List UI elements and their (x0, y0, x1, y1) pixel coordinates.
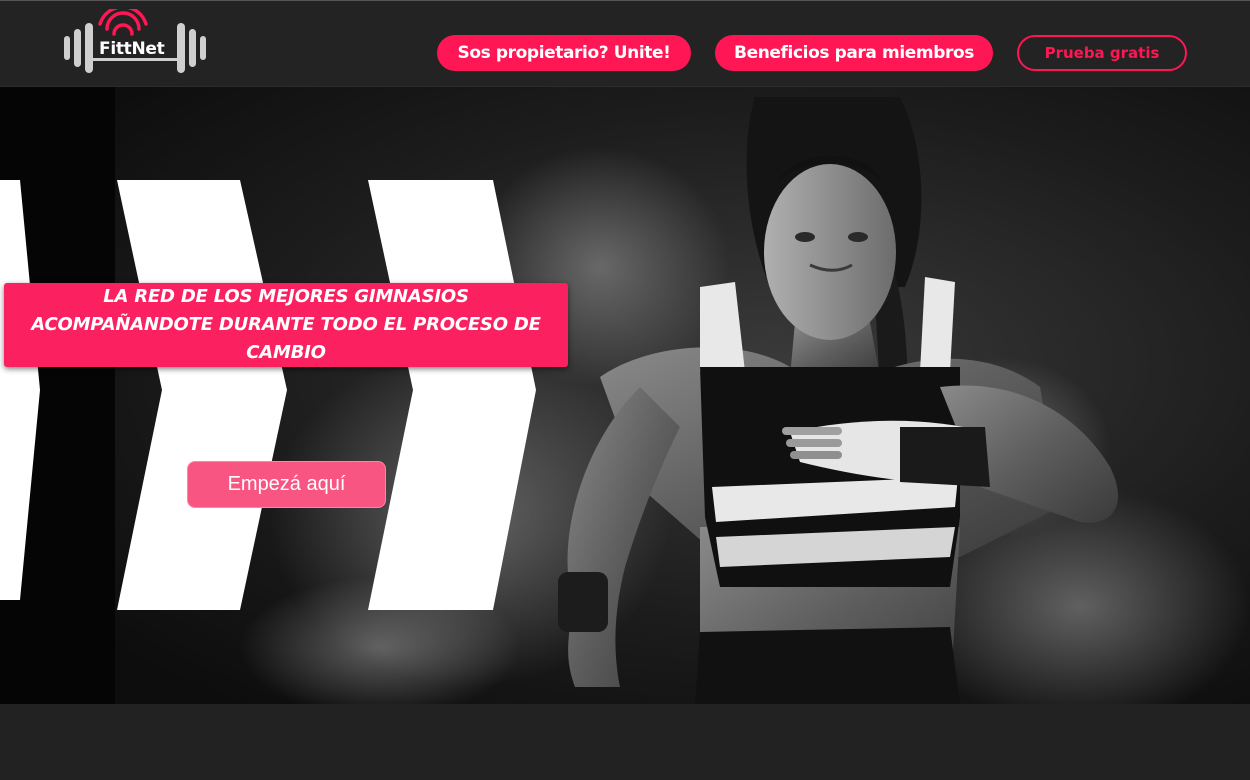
logo-wordmark: FittNet (99, 39, 165, 59)
hero-headline: LA RED DE LOS MEJORES GIMNASIOS ACOMPAÑA… (31, 286, 541, 363)
hero-athlete-image (0, 87, 1250, 704)
site-header: FittNet Sos propietario? Unite! Benefici… (0, 0, 1250, 87)
hero-section: LA RED DE LOS MEJORES GIMNASIOS ACOMPAÑA… (0, 87, 1250, 704)
hero-headline-banner: LA RED DE LOS MEJORES GIMNASIOS ACOMPAÑA… (4, 283, 568, 367)
fittnet-logo[interactable]: FittNet (62, 9, 214, 75)
member-benefits-button[interactable]: Beneficios para miembros (715, 35, 993, 71)
owner-join-button[interactable]: Sos propietario? Unite! (437, 35, 691, 71)
free-trial-button[interactable]: Prueba gratis (1017, 35, 1187, 71)
page-bottom-section (0, 704, 1250, 780)
start-here-button[interactable]: Empezá aquí (187, 461, 386, 508)
wifi-icon (98, 9, 148, 36)
